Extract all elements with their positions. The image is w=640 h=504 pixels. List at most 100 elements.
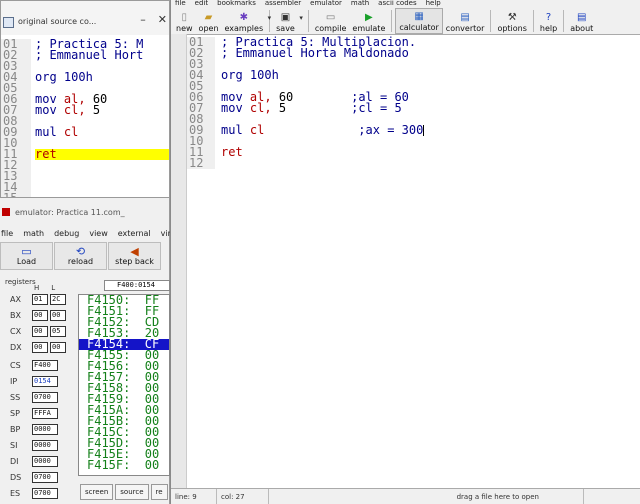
- calculator-button[interactable]: ▦ calculator: [395, 8, 443, 34]
- reload-icon: ⟲: [75, 245, 86, 258]
- register-bl-field[interactable]: 00: [50, 309, 66, 321]
- code-editor[interactable]: 01 02 03 04 05 06 07 08 09 10 11 12 ; Practica 5: M…: [187, 34, 640, 488]
- register-cs: CS F400: [10, 359, 58, 371]
- menu-assembler[interactable]: assembler: [265, 0, 301, 8]
- menu-ascii-codes[interactable]: ascii codes: [378, 0, 416, 8]
- menu-file[interactable]: file: [175, 0, 186, 8]
- emulator-menubar: file math debug view external virtual: [0, 226, 186, 240]
- menu-edit[interactable]: edit: [195, 0, 208, 8]
- register-dx: DX 00 00: [10, 341, 68, 353]
- register-ip: IP 0154: [10, 375, 58, 387]
- status-drop-hint: drag a file here to open: [456, 492, 539, 501]
- register-bp: BP 0000: [10, 423, 58, 435]
- register-ss-field[interactable]: 0700: [32, 391, 58, 403]
- calculator-icon: ▦: [414, 11, 424, 22]
- status-extra: [583, 489, 640, 504]
- main-editor-window: file edit bookmarks assembler emulator m…: [170, 0, 640, 504]
- register-bp-field[interactable]: 0000: [32, 423, 58, 435]
- compile-icon: ▭: [325, 12, 336, 23]
- register-dh-field[interactable]: 00: [32, 341, 48, 353]
- register-ax: AX 01 2C: [10, 293, 68, 305]
- options-button[interactable]: ⚒ options: [494, 8, 529, 34]
- examples-dropdown-icon[interactable]: ▾: [268, 14, 272, 22]
- register-si-field[interactable]: 0000: [32, 439, 58, 451]
- emulator-titlebar[interactable]: emulator: Practica 11.com_: [0, 198, 169, 226]
- minimize-button[interactable]: –: [140, 13, 146, 26]
- save-button[interactable]: ▣ save ▾: [273, 8, 303, 34]
- memory-row[interactable]: F415F: 00: [79, 459, 169, 471]
- line-number: 12: [189, 156, 204, 170]
- memory-address-field[interactable]: F400:0154: [104, 280, 170, 291]
- register-sp: SP FFFA: [10, 407, 58, 419]
- register-si: SI 0000: [10, 439, 58, 451]
- hl-column-labels: HL: [34, 284, 56, 292]
- register-cs-field[interactable]: F400: [32, 359, 58, 371]
- text-caret: [423, 125, 425, 136]
- register-ip-field[interactable]: 0154: [32, 375, 58, 387]
- register-dl-field[interactable]: 00: [50, 341, 66, 353]
- open-button[interactable]: ▰ open: [196, 8, 222, 34]
- register-es: ES 0700: [10, 487, 58, 499]
- editor-code-text: ; Practica 5: Multiplacion. ; Emmanuel H…: [221, 35, 425, 159]
- source-window-titlebar[interactable]: original source co... – ✕: [1, 1, 169, 35]
- help-icon: ?: [545, 12, 552, 23]
- register-cl-field[interactable]: 05: [50, 325, 66, 337]
- register-di: DI 0000: [10, 455, 58, 467]
- compile-button[interactable]: ▭ compile: [312, 8, 350, 34]
- register-di-field[interactable]: 0000: [32, 455, 58, 467]
- save-dropdown-icon[interactable]: ▾: [299, 14, 303, 22]
- source-window-title: original source co...: [18, 17, 97, 26]
- register-ds: DS 0700: [10, 471, 58, 483]
- register-ss: SS 0700: [10, 391, 58, 403]
- menu-file[interactable]: file: [1, 229, 13, 238]
- memory-list[interactable]: F4150: FF F4151: FF F4152: CD F4153: 20 F415…: [78, 294, 170, 476]
- register-sp-field[interactable]: FFFA: [32, 407, 58, 419]
- menu-math[interactable]: math: [23, 229, 44, 238]
- examples-button[interactable]: ✱ examples ▾: [222, 8, 272, 34]
- close-button[interactable]: ✕: [158, 13, 167, 26]
- reset-button[interactable]: re: [150, 484, 168, 500]
- register-es-field[interactable]: 0700: [32, 487, 58, 499]
- main-menubar: file edit bookmarks assembler emulator m…: [171, 0, 640, 8]
- new-button[interactable]: ▯ new: [173, 8, 196, 34]
- source-code-view[interactable]: 01 02 03 04 05 06 07 08 09 10 11 12 13 14 15 ; Practic…: [1, 38, 169, 197]
- menu-math[interactable]: math: [351, 0, 369, 8]
- register-ds-field[interactable]: 0700: [32, 471, 58, 483]
- status-col: col: 27: [217, 489, 269, 504]
- load-button[interactable]: ▭ Load: [0, 242, 53, 270]
- menu-help[interactable]: help: [426, 0, 441, 8]
- menu-view[interactable]: view: [89, 229, 107, 238]
- register-ch-field[interactable]: 00: [32, 325, 48, 337]
- reload-button[interactable]: ⟲ reload: [54, 242, 107, 270]
- register-bh-field[interactable]: 00: [32, 309, 48, 321]
- status-line: line: 9: [171, 489, 217, 504]
- tools-icon: ⚒: [507, 12, 517, 23]
- convertor-button[interactable]: ▤ convertor: [443, 8, 488, 34]
- menu-debug[interactable]: debug: [54, 229, 79, 238]
- save-disk-icon: ▣: [280, 12, 291, 23]
- line-number-gutter: 01 02 03 04 05 06 07 08 09 10 11 12 13 14 15: [1, 38, 31, 197]
- convertor-icon: ▤: [460, 12, 470, 23]
- register-cx: CX 00 05: [10, 325, 68, 337]
- status-bar: line: 9 col: 27 drag a file here to open: [171, 488, 640, 504]
- source-button[interactable]: source: [115, 484, 149, 500]
- editor-margin-strip: [171, 34, 187, 488]
- screen-button[interactable]: screen: [80, 484, 114, 500]
- examples-icon: ✱: [239, 12, 249, 23]
- current-line-highlight: ret: [35, 148, 169, 160]
- emulate-button[interactable]: ▶ emulate: [349, 8, 388, 34]
- step-back-button[interactable]: ◀ step back: [108, 242, 161, 270]
- emulator-bottom-tabs: screen source re: [80, 484, 168, 500]
- menu-emulator[interactable]: emulator: [310, 0, 342, 8]
- emulator-window: emulator: Practica 11.com_ file math deb…: [0, 198, 186, 504]
- original-source-window: original source co... – ✕ 01 02 03 04 05 06 07…: [0, 0, 170, 198]
- menu-external[interactable]: external: [118, 229, 151, 238]
- emulator-toolbar: ▭ Load ⟲ reload ◀ step back: [0, 242, 169, 270]
- help-button[interactable]: ? help: [537, 8, 560, 34]
- register-ah-field[interactable]: 01: [32, 293, 48, 305]
- register-al-field[interactable]: 2C: [50, 293, 66, 305]
- menu-bookmarks[interactable]: bookmarks: [217, 0, 256, 8]
- play-icon: ▶: [365, 12, 373, 23]
- about-button[interactable]: ▤ about: [567, 8, 596, 34]
- new-file-icon: ▯: [181, 12, 188, 23]
